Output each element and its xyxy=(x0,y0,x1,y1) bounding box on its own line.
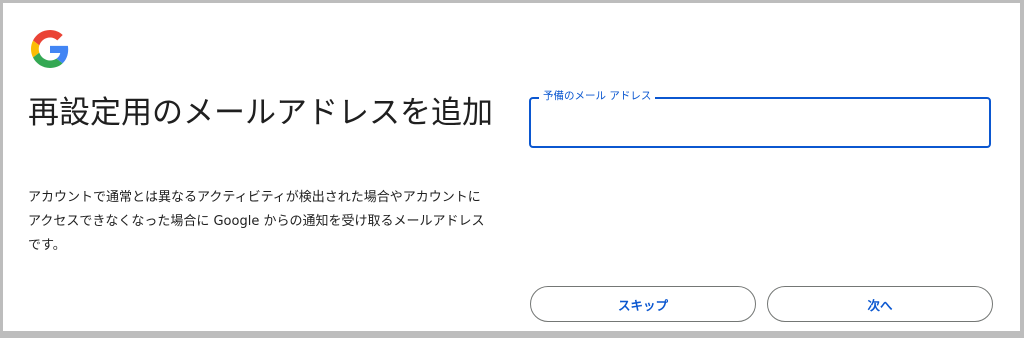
google-logo-icon xyxy=(31,30,69,68)
page-description: アカウントで通常とは異なるアクティビティが検出された場合やアカウントにアクセスで… xyxy=(28,190,485,253)
recovery-email-input[interactable] xyxy=(531,99,989,146)
recovery-email-label: 予備のメール アドレス xyxy=(539,89,656,103)
next-button[interactable]: 次へ xyxy=(767,286,993,322)
skip-button[interactable]: スキップ xyxy=(530,286,756,322)
recovery-email-field[interactable] xyxy=(529,97,991,148)
page-title: 再設定用のメールアドレスを追加 xyxy=(28,95,493,131)
recovery-email-card: 再設定用のメールアドレスを追加 アカウントで通常とは異なるアクティビティが検出さ… xyxy=(3,3,1020,331)
